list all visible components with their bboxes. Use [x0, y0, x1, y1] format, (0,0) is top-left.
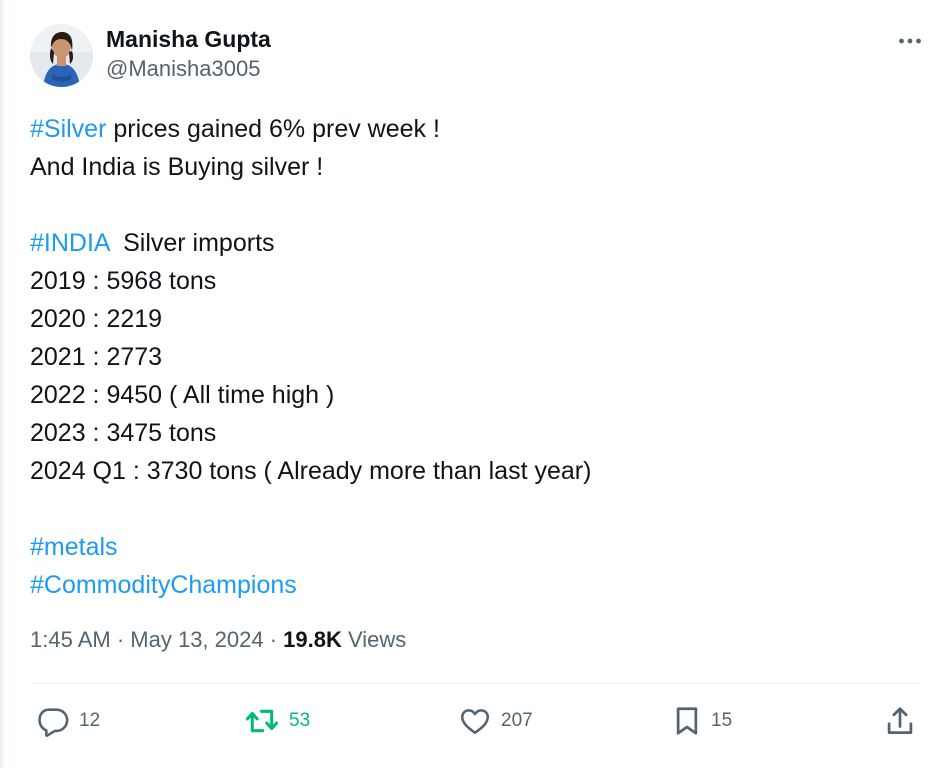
display-name[interactable]: Manisha Gupta: [106, 24, 271, 54]
repost-button[interactable]: 53: [244, 700, 310, 742]
tweet-line-text: And India is Buying silver !: [30, 153, 324, 181]
tweet-line-text: 2020 : 2219: [30, 305, 163, 333]
tweet: Manisha Gupta @Manisha3005 #Silver price…: [30, 0, 925, 768]
tweet-text: #Silver prices gained 6% prev week ! And…: [30, 110, 591, 604]
more-dots-icon: [899, 38, 921, 44]
author-names: Manisha Gupta @Manisha3005: [106, 24, 271, 84]
share-button[interactable]: [885, 700, 915, 742]
tweet-line: 2019 : 5968 tons: [30, 262, 591, 300]
reply-button[interactable]: 12: [36, 700, 100, 742]
like-count: 207: [501, 710, 533, 731]
tweet-line: 2023 : 3475 tons: [30, 414, 591, 452]
tweet-line-text: prices gained 6% prev week !: [106, 115, 440, 143]
action-bar: 12 53 207 15: [30, 700, 925, 742]
tweet-time[interactable]: 1:45 AM: [30, 627, 111, 652]
tweet-meta: 1:45 AM · May 13, 2024 · 19.8K Views: [30, 625, 406, 655]
hashtag-link[interactable]: #INDIA: [30, 229, 109, 257]
tweet-line: #CommodityChampions: [30, 566, 591, 604]
tweet-line-text: 2021 : 2773: [30, 343, 163, 371]
tweet-line: 2022 : 9450 ( All time high ): [30, 376, 591, 414]
bookmark-count: 15: [711, 710, 733, 731]
share-icon: [887, 707, 913, 734]
tweet-line-text: 2019 : 5968 tons: [30, 267, 217, 295]
tweet-line: And India is Buying silver !: [30, 148, 591, 186]
divider: [30, 683, 922, 684]
tweet-line-text: 2023 : 3475 tons: [30, 419, 217, 447]
tweet-line: #metals: [30, 528, 591, 566]
tweet-line: 2024 Q1 : 3730 tons ( Already more than …: [30, 452, 591, 490]
hashtag-link[interactable]: #CommodityChampions: [30, 571, 297, 599]
timeline-border: [0, 0, 3, 768]
hashtag-link[interactable]: #Silver: [30, 115, 106, 143]
tweet-header: Manisha Gupta @Manisha3005: [30, 24, 925, 88]
repost-icon: [245, 709, 279, 733]
hashtag-link[interactable]: #metals: [30, 533, 118, 561]
bookmark-button[interactable]: 15: [672, 700, 732, 742]
repost-count: 53: [289, 710, 311, 731]
reply-count: 12: [79, 710, 101, 731]
tweet-line: #INDIA Silver imports: [30, 224, 591, 262]
avatar-image: [30, 24, 93, 87]
user-handle[interactable]: @Manisha3005: [106, 54, 271, 84]
heart-icon: [460, 709, 490, 735]
bookmark-icon: [676, 707, 698, 735]
tweet-line-text: 2024 Q1 : 3730 tons ( Already more than …: [30, 457, 592, 485]
tweet-line: 2021 : 2773: [30, 338, 591, 376]
avatar[interactable]: [30, 24, 93, 87]
tweet-line: 2020 : 2219: [30, 300, 591, 338]
tweet-line-text: 2022 : 9450 ( All time high ): [30, 381, 335, 409]
more-options-button[interactable]: [895, 26, 925, 56]
tweet-line-text: Silver imports: [109, 229, 275, 257]
tweet-line: #Silver prices gained 6% prev week !: [30, 110, 591, 148]
tweet-date[interactable]: May 13, 2024: [130, 627, 263, 652]
views-count: 19.8K: [283, 627, 342, 652]
reply-bubble-icon: [38, 708, 69, 737]
meta-separator: ·: [110, 627, 131, 652]
like-button[interactable]: 207: [458, 700, 533, 742]
views-label: Views: [341, 627, 407, 652]
meta-separator: ·: [263, 627, 284, 652]
